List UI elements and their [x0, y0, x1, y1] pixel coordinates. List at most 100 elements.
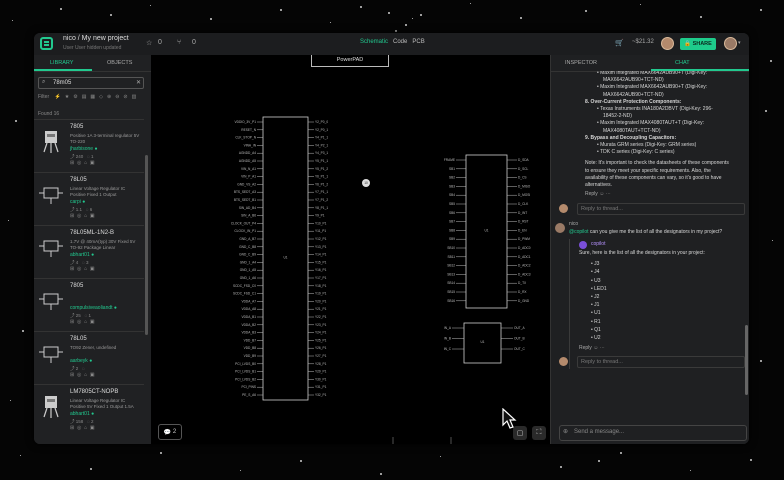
- filter-type-icons[interactable]: ⚡★⚙▤▦◇⊕⊖⊘▥: [55, 94, 141, 100]
- part-author[interactable]: abhart01 ●: [70, 411, 94, 417]
- pin-label: Y6_P1_2: [315, 182, 328, 186]
- message-input[interactable]: ⊕ Send a message...: [559, 425, 747, 441]
- star-dot: [15, 120, 17, 122]
- tab-objects[interactable]: OBJECTS: [107, 60, 132, 66]
- active-tab-underline: [34, 69, 92, 71]
- tab-chat[interactable]: CHAT: [675, 60, 690, 66]
- part-author-name[interactable]: abhart01: [70, 411, 90, 417]
- attach-icon[interactable]: ⊕: [563, 428, 568, 435]
- tab-code[interactable]: Code: [393, 39, 407, 45]
- part-author[interactable]: jharbisone ●: [70, 146, 98, 152]
- pin-label: D_ADC0: [518, 246, 531, 250]
- designator-item: U1: [594, 310, 601, 317]
- part-author[interactable]: abhart01 ●: [70, 252, 94, 258]
- part-card[interactable]: 7805 compulsiveaoliandt ● ⤴ 25 ◌ 1 ⊞ ◎ ⌂ ▣: [34, 278, 144, 327]
- comments-button[interactable]: 💬 2: [158, 424, 182, 440]
- designator-row: • U3: [591, 278, 601, 285]
- star-dot: [240, 470, 241, 471]
- part-author[interactable]: aarbeyk ●: [70, 358, 92, 364]
- star-dot: [12, 20, 13, 21]
- pin-label: SB12: [447, 264, 455, 268]
- emoji-reaction-icon[interactable]: ☺: [599, 191, 604, 197]
- tab-schematic[interactable]: Schematic: [360, 39, 388, 45]
- project-path[interactable]: nico / My new project: [63, 35, 129, 42]
- message-text: Maxim Integrated MAX6642AUB90+T (Digi-Ke…: [600, 71, 708, 76]
- library-panel: LIBRARY OBJECTS ⌕ 78m05 ✕ Filter ⚡★⚙▤▦◇⊕…: [34, 55, 152, 444]
- pin-label: D_SCL: [518, 167, 529, 171]
- part-action-icons[interactable]: ⊞ ◎ ⌂ ▣: [70, 266, 95, 272]
- chat-thread: • Maxim Integrated MAX6642AUB90+T (Digi-…: [551, 71, 749, 421]
- pin-label: Y18_P1: [315, 284, 327, 288]
- schematic-canvas[interactable]: VDDIO_3V_P1 RESET_N CLK_STOP_N VINA_IN AGNDD…: [151, 55, 550, 444]
- star-dot: [640, 4, 641, 5]
- reply-action-row: Reply ☺ ···: [579, 345, 605, 352]
- pin-label: VIN_N_A1: [241, 167, 256, 171]
- more-icon[interactable]: ···: [600, 345, 605, 351]
- star-dot: [750, 459, 752, 461]
- part-author-name[interactable]: compulsiveaoliandt: [70, 305, 113, 311]
- emoji-reaction-icon[interactable]: ☺: [593, 345, 598, 351]
- part-action-icons[interactable]: ⊞ ◎ ⌂ ▣: [70, 319, 95, 325]
- part-card[interactable]: LM7805CT-NOPB Linear Voltage Regulator IC…: [34, 384, 144, 433]
- fork-icon[interactable]: ⑂: [177, 39, 181, 46]
- part-action-icons[interactable]: ⊞ ◎ ⌂ ▣: [70, 213, 95, 219]
- star-icon[interactable]: ☆: [146, 39, 152, 47]
- part-action-icons[interactable]: ⊞ ◎ ⌂ ▣: [70, 372, 95, 378]
- tab-inspector[interactable]: INSPECTOR: [565, 60, 597, 66]
- part-card[interactable]: 7805 Positive 1A 3-terminal regulator 5V …: [34, 119, 144, 168]
- part-author-name[interactable]: jharbisone: [70, 146, 93, 152]
- collaborator-avatar[interactable]: [661, 37, 674, 50]
- powerpad-block[interactable]: PowerPAD: [311, 55, 389, 67]
- pin-label: VDDIO_3V_P1: [235, 120, 257, 124]
- message-line: • Murata GRM series (Digi-Key: GRM serie…: [597, 142, 696, 149]
- cart-icon[interactable]: 🛒: [615, 39, 624, 47]
- reply-input[interactable]: Reply to thread...: [577, 203, 745, 216]
- designator-row: • R1: [591, 319, 601, 326]
- reply-input[interactable]: Reply to thread...: [577, 356, 745, 369]
- user-avatar[interactable]: [724, 37, 737, 50]
- star-dot: [585, 10, 587, 12]
- search-input[interactable]: 78m05: [53, 80, 71, 86]
- chevron-down-icon[interactable]: ▾: [738, 40, 741, 46]
- pin-label: OUT_A: [514, 326, 526, 330]
- pin-label: SB5: [449, 202, 455, 206]
- mention-tag[interactable]: @copilot: [569, 229, 589, 235]
- panel-tabs: INSPECTOR CHAT: [551, 55, 749, 72]
- pin-label: Y31_P1: [315, 385, 327, 389]
- more-icon[interactable]: ···: [606, 191, 611, 197]
- part-author-name[interactable]: aarbeyk: [70, 358, 88, 364]
- designator-row: • Q1: [591, 327, 601, 334]
- pin-label: GND_1_A5: [240, 268, 257, 272]
- part-author[interactable]: compulsiveaoliandt ●: [70, 305, 117, 311]
- part-action-icons[interactable]: ⊞ ◎ ⌂ ▣: [70, 160, 95, 166]
- tab-pcb[interactable]: PCB: [412, 39, 424, 45]
- part-card[interactable]: 78L05ML-1N2-B 1.7V @ 40mA(typ) 30V Fixed …: [34, 225, 144, 274]
- library-search[interactable]: ⌕ 78m05 ✕: [38, 77, 144, 89]
- library-scrollbar[interactable]: [145, 155, 148, 335]
- part-card[interactable]: 78L05 TO92 Zener, undefined aarbeyk ● ⤴ 2 ◌…: [34, 331, 144, 380]
- search-icon: ⌕: [42, 79, 46, 85]
- star-dot: [772, 240, 773, 241]
- share-button[interactable]: 🔒 SHARE: [680, 38, 716, 50]
- star-dot: [770, 60, 772, 62]
- clear-search-icon[interactable]: ✕: [136, 79, 141, 86]
- pin-label: Y26_P1: [315, 346, 327, 350]
- designator-row: • J1: [591, 302, 599, 309]
- part-likes: 25: [75, 313, 81, 318]
- flux-logo-icon[interactable]: [40, 37, 53, 50]
- bot-name: copilot: [591, 241, 606, 248]
- part-action-icons[interactable]: ⊞ ◎ ⌂ ▣: [70, 425, 95, 431]
- pin-label: AGNDD_A4: [239, 151, 256, 155]
- pin-label: GND_1_A6: [240, 276, 257, 280]
- fullscreen-icon[interactable]: ⛶: [532, 426, 546, 440]
- part-author-name[interactable]: carpi: [70, 199, 81, 205]
- message-line: MAX4080TAUT+TCT-ND): [603, 128, 661, 135]
- part-author[interactable]: carpi ●: [70, 199, 85, 205]
- chat-scrollbar[interactable]: [745, 325, 748, 395]
- tab-library[interactable]: LIBRARY: [50, 60, 73, 66]
- message-text: Texas Instruments INA180A2DBVT (Digi-Key…: [600, 106, 713, 112]
- part-card[interactable]: 78L05 Linear Voltage Regulator IC Positiv…: [34, 172, 144, 221]
- reply-link[interactable]: Reply: [579, 345, 592, 351]
- part-author-name[interactable]: abhart01: [70, 252, 90, 258]
- reply-link[interactable]: Reply: [585, 191, 598, 197]
